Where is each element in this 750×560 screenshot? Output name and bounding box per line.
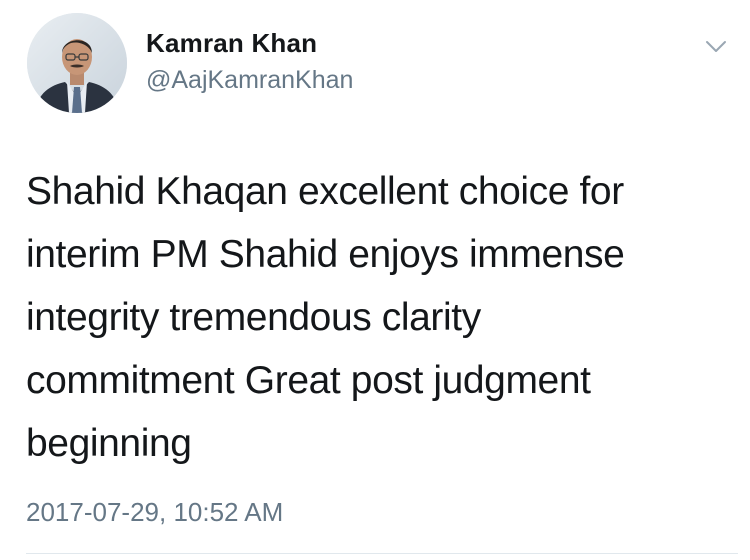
tweet-timestamp[interactable]: 2017-07-29, 10:52 AM	[26, 497, 283, 528]
author-name[interactable]: Kamran Khan	[146, 28, 317, 59]
author-handle[interactable]: @AajKamranKhan	[146, 66, 353, 95]
chevron-down-icon[interactable]	[703, 36, 729, 56]
avatar[interactable]	[27, 13, 127, 113]
tweet-card: Kamran Khan @AajKamranKhan Shahid Khaqan…	[0, 0, 750, 560]
avatar-image	[27, 13, 127, 113]
divider	[26, 553, 738, 554]
tweet-text: Shahid Khaqan excellent choice for inter…	[26, 170, 625, 465]
